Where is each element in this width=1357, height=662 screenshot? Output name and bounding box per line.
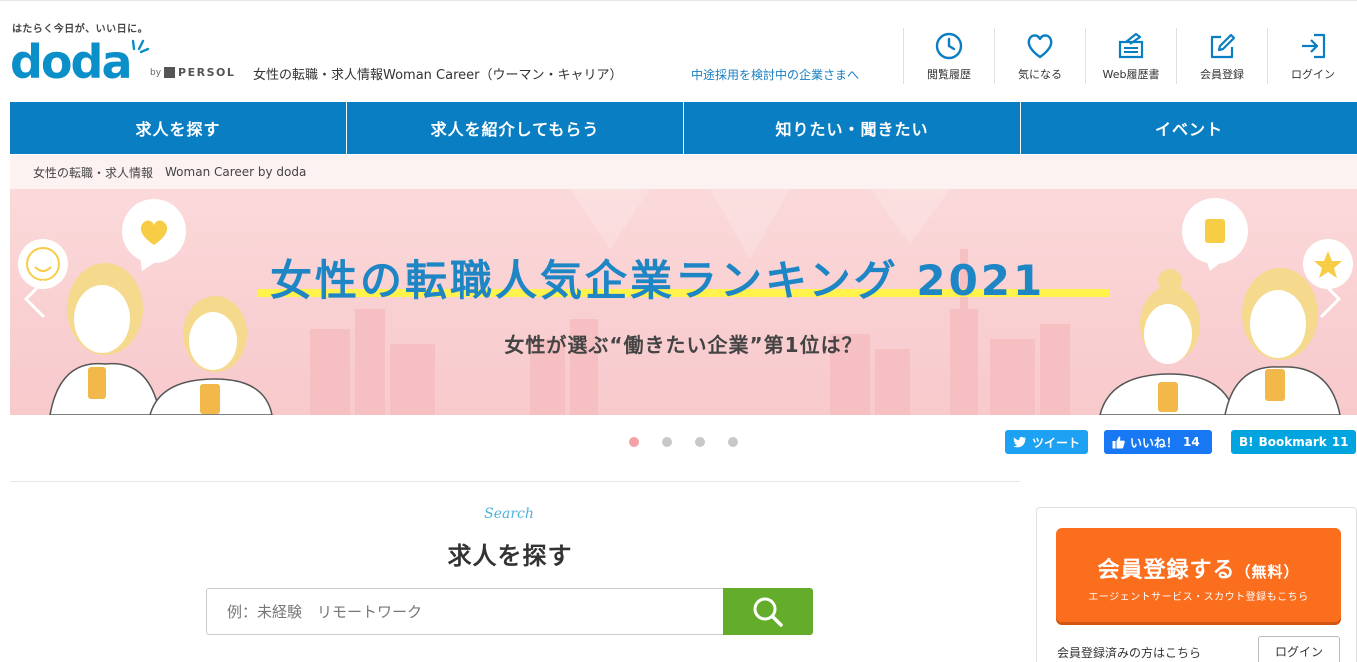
- like-count: 14: [1183, 435, 1200, 449]
- main-nav-agent[interactable]: 求人を紹介してもらう: [347, 102, 684, 154]
- persol-mark-icon: [164, 67, 176, 78]
- search-script-label: Search: [484, 506, 534, 522]
- register-sub-label: エージェントサービス・スカウト登録もこちら: [1088, 592, 1309, 603]
- register-label: 会員登録する: [1097, 558, 1236, 583]
- bookmark-label: Bookmark: [1258, 435, 1327, 449]
- carousel-next-icon[interactable]: [1315, 277, 1345, 321]
- tweet-label: ツイート: [1031, 435, 1080, 450]
- header-nav-label: 気になる: [1018, 68, 1062, 81]
- header-nav-favorites[interactable]: 気になる: [994, 28, 1085, 84]
- logo-by-text: by: [150, 67, 162, 78]
- header-nav-login[interactable]: ログイン: [1267, 28, 1357, 84]
- logo-company: PERSOL: [178, 66, 236, 79]
- corporate-link[interactable]: 中途採用を検討中の企業さまへ: [691, 66, 859, 83]
- carousel-dot[interactable]: [629, 437, 639, 447]
- section-divider: [10, 481, 1020, 482]
- site-header: はたらく今日が、いい日に。 doda by PERSOL 女性の転職・求人情報W…: [0, 0, 1357, 100]
- member-text: 会員登録済みの方はこちら: [1057, 646, 1202, 660]
- header-nav-resume[interactable]: Web履歴書: [1085, 28, 1176, 84]
- main-nav-search-jobs[interactable]: 求人を探す: [10, 102, 347, 154]
- banner-title: 女性の転職人気企業ランキング 2021: [270, 256, 1046, 305]
- like-button[interactable]: いいね！ 14: [1104, 430, 1212, 454]
- tagline: はたらく今日が、いい日に。: [12, 24, 149, 35]
- breadcrumb-brand: Woman Career by doda: [165, 165, 307, 179]
- search-title: 求人を探す: [447, 542, 573, 570]
- search-button[interactable]: [723, 588, 813, 635]
- carousel-dot[interactable]: [695, 437, 705, 447]
- header-nav-label: 会員登録: [1200, 68, 1244, 81]
- search-input[interactable]: [206, 588, 723, 635]
- carousel-dot[interactable]: [728, 437, 738, 447]
- banner-subtitle: 女性が選ぶ“働きたい企業”第1位は？: [504, 333, 863, 357]
- bookmark-count: 11: [1331, 435, 1349, 449]
- heart-icon: [1027, 34, 1053, 59]
- register-main: 会員登録する（無料）: [1056, 552, 1341, 584]
- main-nav-learn[interactable]: 知りたい・聞きたい: [684, 102, 1021, 154]
- carousel-dot[interactable]: [662, 437, 672, 447]
- clock-icon: [935, 32, 963, 60]
- login-icon: [1302, 33, 1326, 59]
- hatena-b-icon: B!: [1239, 435, 1254, 449]
- logo-spark-icon: [131, 39, 150, 54]
- resume-icon: [1118, 32, 1144, 59]
- breadcrumb: 女性の転職・求人情報 Woman Career by doda: [10, 155, 1357, 189]
- search-icon: [753, 597, 783, 627]
- site-title: 女性の転職・求人情報Woman Career（ウーマン・キャリア）: [253, 68, 623, 83]
- thumbs-up-icon: [1205, 219, 1225, 243]
- twitter-bird-icon: [1013, 436, 1026, 448]
- logo-text: doda: [10, 35, 132, 89]
- register-button[interactable]: 会員登録する（無料） エージェントサービス・スカウト登録もこちら: [1056, 528, 1341, 622]
- register-free-label: （無料）: [1235, 563, 1300, 581]
- header-nav-register[interactable]: 会員登録: [1176, 28, 1267, 84]
- doda-logo[interactable]: doda by PERSOL: [10, 35, 234, 89]
- carousel-prev-icon[interactable]: [20, 277, 50, 321]
- ranking-banner[interactable]: 女性の転職人気企業ランキング 2021 女性が選ぶ“働きたい企業”第1位は？: [10, 189, 1357, 415]
- header-nav-label: ログイン: [1291, 68, 1335, 81]
- main-nav: 求人を探す 求人を紹介してもらう 知りたい・聞きたい イベント: [10, 102, 1357, 154]
- carousel-dots: [629, 437, 738, 447]
- main-nav-events[interactable]: イベント: [1021, 102, 1357, 154]
- logo-byline: by PERSOL: [150, 66, 235, 79]
- header-nav-label: Web履歴書: [1102, 68, 1160, 81]
- hatena-bookmark-button[interactable]: B! Bookmark 11: [1231, 430, 1356, 454]
- thumbs-up-icon: [1112, 436, 1125, 448]
- header-nav-label: 閲覧履歴: [927, 68, 971, 81]
- login-button[interactable]: ログイン: [1258, 636, 1340, 662]
- edit-icon: [1210, 33, 1236, 59]
- header-nav: 閲覧履歴 気になる Web履歴書 会員登録 ログイン: [903, 28, 1357, 84]
- header-nav-history[interactable]: 閲覧履歴: [903, 28, 994, 84]
- like-label: いいね！: [1130, 435, 1179, 450]
- tweet-button[interactable]: ツイート: [1005, 430, 1088, 454]
- breadcrumb-label: 女性の転職・求人情報: [33, 165, 154, 180]
- register-box: 会員登録する（無料） エージェントサービス・スカウト登録もこちら 会員登録済みの…: [1036, 507, 1357, 662]
